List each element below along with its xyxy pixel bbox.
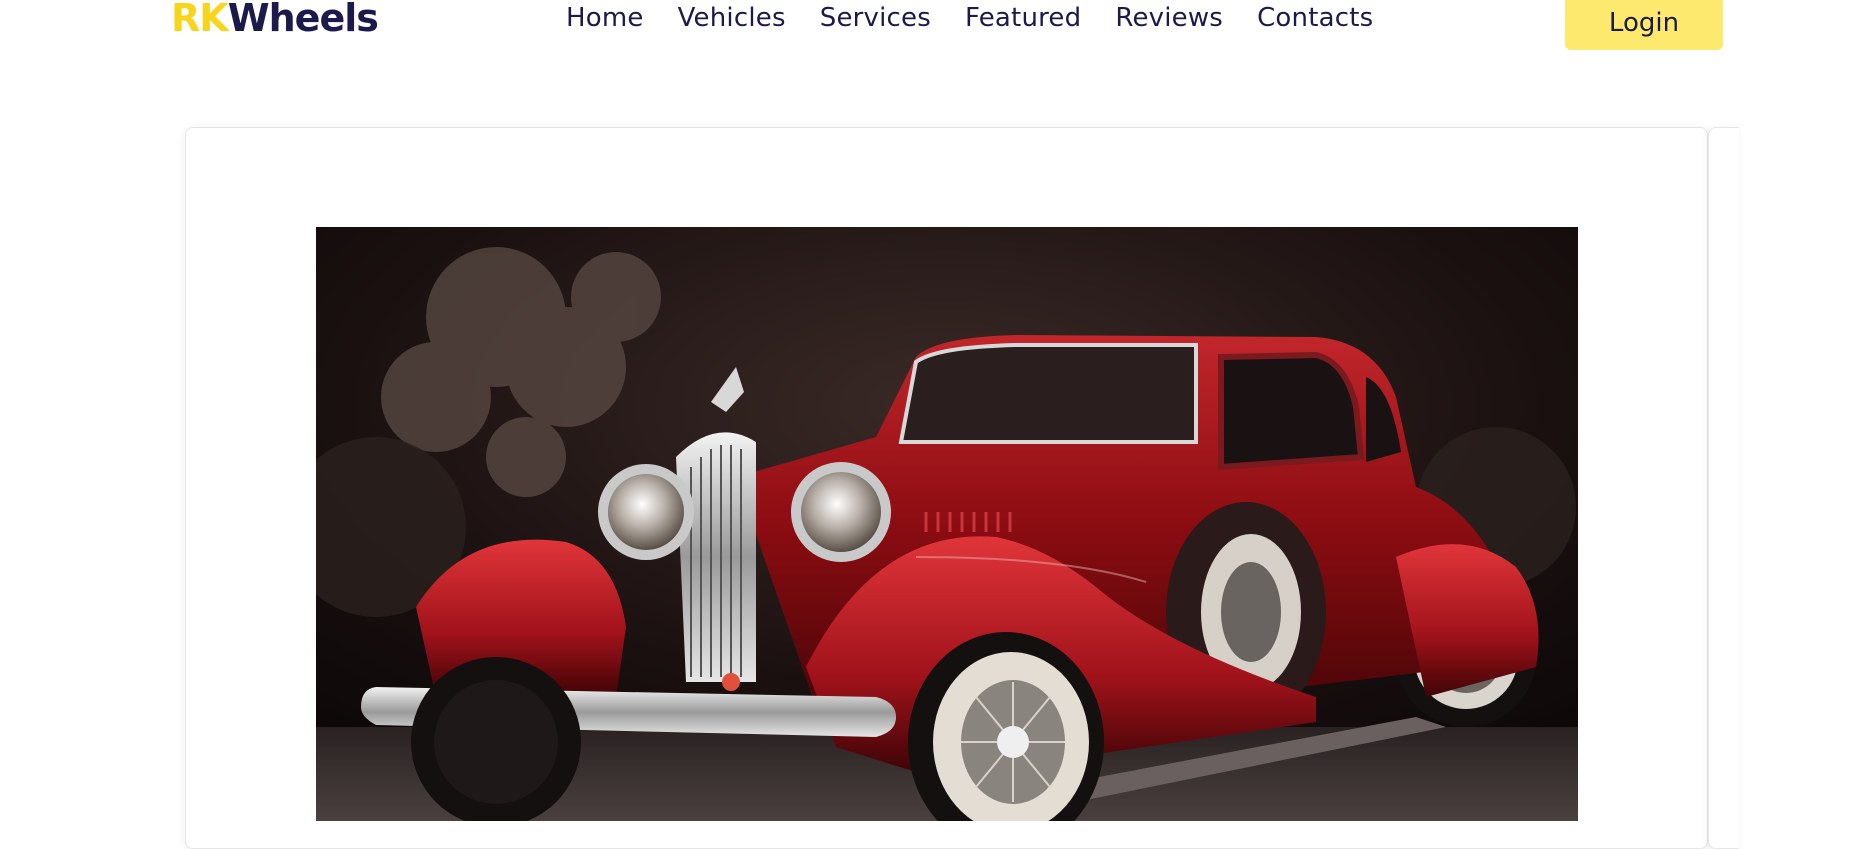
- nav-contacts[interactable]: Contacts: [1257, 3, 1373, 33]
- brand-logo-rk: RK: [171, 0, 229, 40]
- navbar: RKWheels Home Vehicles Services Featured…: [0, 0, 1874, 60]
- car-illustration-icon: [316, 227, 1578, 821]
- brand-logo[interactable]: RKWheels: [171, 0, 379, 43]
- nav-vehicles[interactable]: Vehicles: [678, 3, 786, 33]
- next-vehicle-card-peek: [1708, 127, 1739, 849]
- nav-home[interactable]: Home: [566, 3, 644, 33]
- login-button[interactable]: Login: [1565, 0, 1723, 50]
- nav-services[interactable]: Services: [820, 3, 931, 33]
- brand-logo-wheels: Wheels: [227, 0, 379, 40]
- vintage-red-car-image: [316, 227, 1578, 821]
- nav-featured[interactable]: Featured: [965, 3, 1081, 33]
- nav-reviews[interactable]: Reviews: [1115, 3, 1223, 33]
- main-nav: Home Vehicles Services Featured Reviews …: [566, 0, 1373, 40]
